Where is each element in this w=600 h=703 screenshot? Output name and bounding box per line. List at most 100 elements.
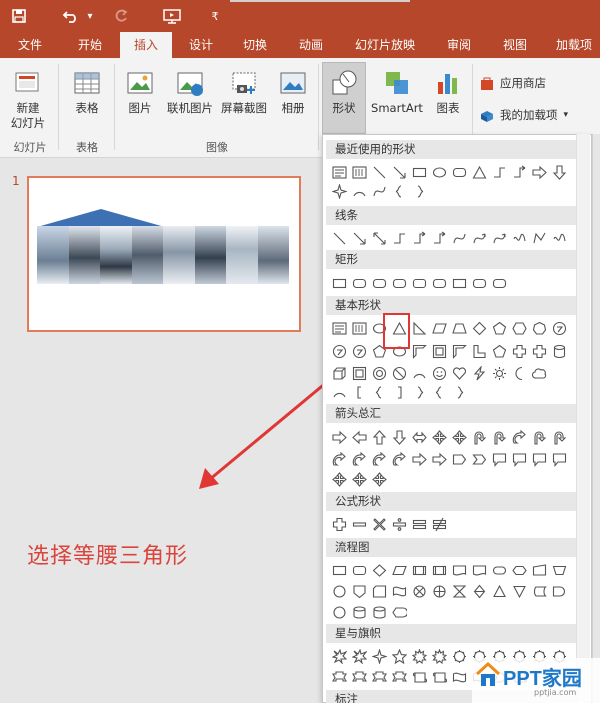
shape-star5-icon[interactable] <box>390 647 408 665</box>
shape-numstar-icon[interactable] <box>450 647 468 665</box>
shape-noteq-icon[interactable] <box>430 515 448 533</box>
shape-round-icon[interactable] <box>370 274 388 292</box>
tab-file[interactable]: 文件 <box>8 32 52 58</box>
shape-predef-icon[interactable] <box>430 561 448 579</box>
shape-bolt-icon[interactable] <box>470 364 488 382</box>
shape-tape-icon[interactable] <box>390 582 408 600</box>
shape-extract-icon[interactable] <box>490 582 508 600</box>
shape-curvedR-icon[interactable] <box>350 450 368 468</box>
shape-smiley-icon[interactable] <box>430 364 448 382</box>
shape-round-icon[interactable] <box>490 274 508 292</box>
shape-circnum-icon[interactable] <box>330 342 348 360</box>
shape-donut-icon[interactable] <box>370 364 388 382</box>
shape-arrowline-icon[interactable] <box>350 229 368 247</box>
shape-curvearr-icon[interactable] <box>470 229 488 247</box>
shape-chevron-icon[interactable] <box>470 450 488 468</box>
shape-noSym-icon[interactable] <box>390 364 408 382</box>
shape-pentArr-icon[interactable] <box>450 450 468 468</box>
shape-elbow-icon[interactable] <box>390 229 408 247</box>
shape-rarrow-icon[interactable] <box>530 163 548 181</box>
shape-elbowarr-icon[interactable] <box>430 229 448 247</box>
shape-bracer-icon[interactable] <box>410 182 428 200</box>
shape-sun-icon[interactable] <box>490 364 508 382</box>
save-icon[interactable] <box>8 4 30 28</box>
shape-equal-icon[interactable] <box>410 515 428 533</box>
shape-quad-icon[interactable] <box>450 428 468 446</box>
shape-curve-icon[interactable] <box>450 229 468 247</box>
shape-frame-icon[interactable] <box>350 364 368 382</box>
shape-process-icon[interactable] <box>330 561 348 579</box>
shape-manual-icon[interactable] <box>530 561 548 579</box>
shape-moon-icon[interactable] <box>510 364 528 382</box>
album-button[interactable]: 相册 <box>272 68 314 116</box>
shape-collate-icon[interactable] <box>450 582 468 600</box>
shape-heart-icon[interactable] <box>450 364 468 382</box>
shape-pent-icon[interactable] <box>490 342 508 360</box>
shape-callout-icon[interactable] <box>510 450 528 468</box>
shape-star4-icon[interactable] <box>330 182 348 200</box>
shape-predef-icon[interactable] <box>410 561 428 579</box>
tab-review[interactable]: 审阅 <box>436 32 482 58</box>
shape-rarrow-icon[interactable] <box>430 450 448 468</box>
shape-curvedR-icon[interactable] <box>330 450 348 468</box>
shape-altproc-icon[interactable] <box>350 561 368 579</box>
shape-vtext-icon[interactable] <box>350 319 368 337</box>
shape-brackl-icon[interactable] <box>350 383 368 401</box>
shape-callout-icon[interactable] <box>490 450 508 468</box>
shape-ribbon-icon[interactable] <box>330 668 348 686</box>
shape-can-icon[interactable] <box>550 342 568 360</box>
shape-arc-icon[interactable] <box>350 182 368 200</box>
shape-wave-icon[interactable] <box>450 668 468 686</box>
shape-uarrow-icon[interactable] <box>370 428 388 446</box>
shape-uturn-icon[interactable] <box>550 428 568 446</box>
shape-callout-icon[interactable] <box>550 450 568 468</box>
shape-dblarrow-icon[interactable] <box>370 229 388 247</box>
shape-sumj-icon[interactable] <box>410 582 428 600</box>
shape-line-icon[interactable] <box>370 163 388 181</box>
shape-offpage-icon[interactable] <box>350 582 368 600</box>
shape-elbowarr-icon[interactable] <box>510 163 528 181</box>
shape-hex-icon[interactable] <box>510 319 528 337</box>
shape-elbowarr-icon[interactable] <box>410 229 428 247</box>
shape-scribble-icon[interactable] <box>510 229 528 247</box>
shape-textbox-icon[interactable] <box>330 319 348 337</box>
shape-bracer-icon[interactable] <box>410 383 428 401</box>
screenshot-button[interactable]: 屏幕截图 <box>216 68 272 116</box>
shape-cube-icon[interactable] <box>330 364 348 382</box>
shape-round-icon[interactable] <box>350 274 368 292</box>
shape-scribble-icon[interactable] <box>550 229 568 247</box>
shape-delay-icon[interactable] <box>550 582 568 600</box>
shape-star4-icon[interactable] <box>370 647 388 665</box>
new-slide-button[interactable]: 新建 幻灯片 <box>4 68 52 131</box>
shape-prep-icon[interactable] <box>510 561 528 579</box>
shape-round-icon[interactable] <box>390 274 408 292</box>
shape-doc-icon[interactable] <box>450 561 468 579</box>
shape-halfframe-icon[interactable] <box>410 342 428 360</box>
shape-curvedR-icon[interactable] <box>510 428 528 446</box>
shape-plus-icon[interactable] <box>530 342 548 360</box>
shape-scroll-icon[interactable] <box>430 668 448 686</box>
shape-rarrow-icon[interactable] <box>330 428 348 446</box>
shape-manop-icon[interactable] <box>550 561 568 579</box>
shape-altproc-icon[interactable] <box>410 274 428 292</box>
shape-doc-icon[interactable] <box>470 561 488 579</box>
shape-bracel-icon[interactable] <box>430 383 448 401</box>
customize-toolbar-icon[interactable]: ₹ <box>208 4 222 28</box>
shape-elbow-icon[interactable] <box>490 163 508 181</box>
shape-callout-icon[interactable] <box>530 450 548 468</box>
shape-merge-icon[interactable] <box>510 582 528 600</box>
shape-oval-icon[interactable] <box>430 163 448 181</box>
shape-disk-icon[interactable] <box>350 603 368 621</box>
shape-uturn-icon[interactable] <box>530 428 548 446</box>
shape-stored-icon[interactable] <box>530 582 548 600</box>
shape-disk-icon[interactable] <box>370 603 388 621</box>
shape-bracel-icon[interactable] <box>390 182 408 200</box>
shape-ribbon-icon[interactable] <box>350 668 368 686</box>
shape-divide-icon[interactable] <box>390 515 408 533</box>
store-button[interactable]: 应用商店 <box>480 76 580 91</box>
shape-cross-icon[interactable] <box>370 515 388 533</box>
tab-transitions[interactable]: 切换 <box>232 32 278 58</box>
shape-vtext-icon[interactable] <box>350 163 368 181</box>
shape-pent-icon[interactable] <box>490 319 508 337</box>
shape-textbox-icon[interactable] <box>330 163 348 181</box>
